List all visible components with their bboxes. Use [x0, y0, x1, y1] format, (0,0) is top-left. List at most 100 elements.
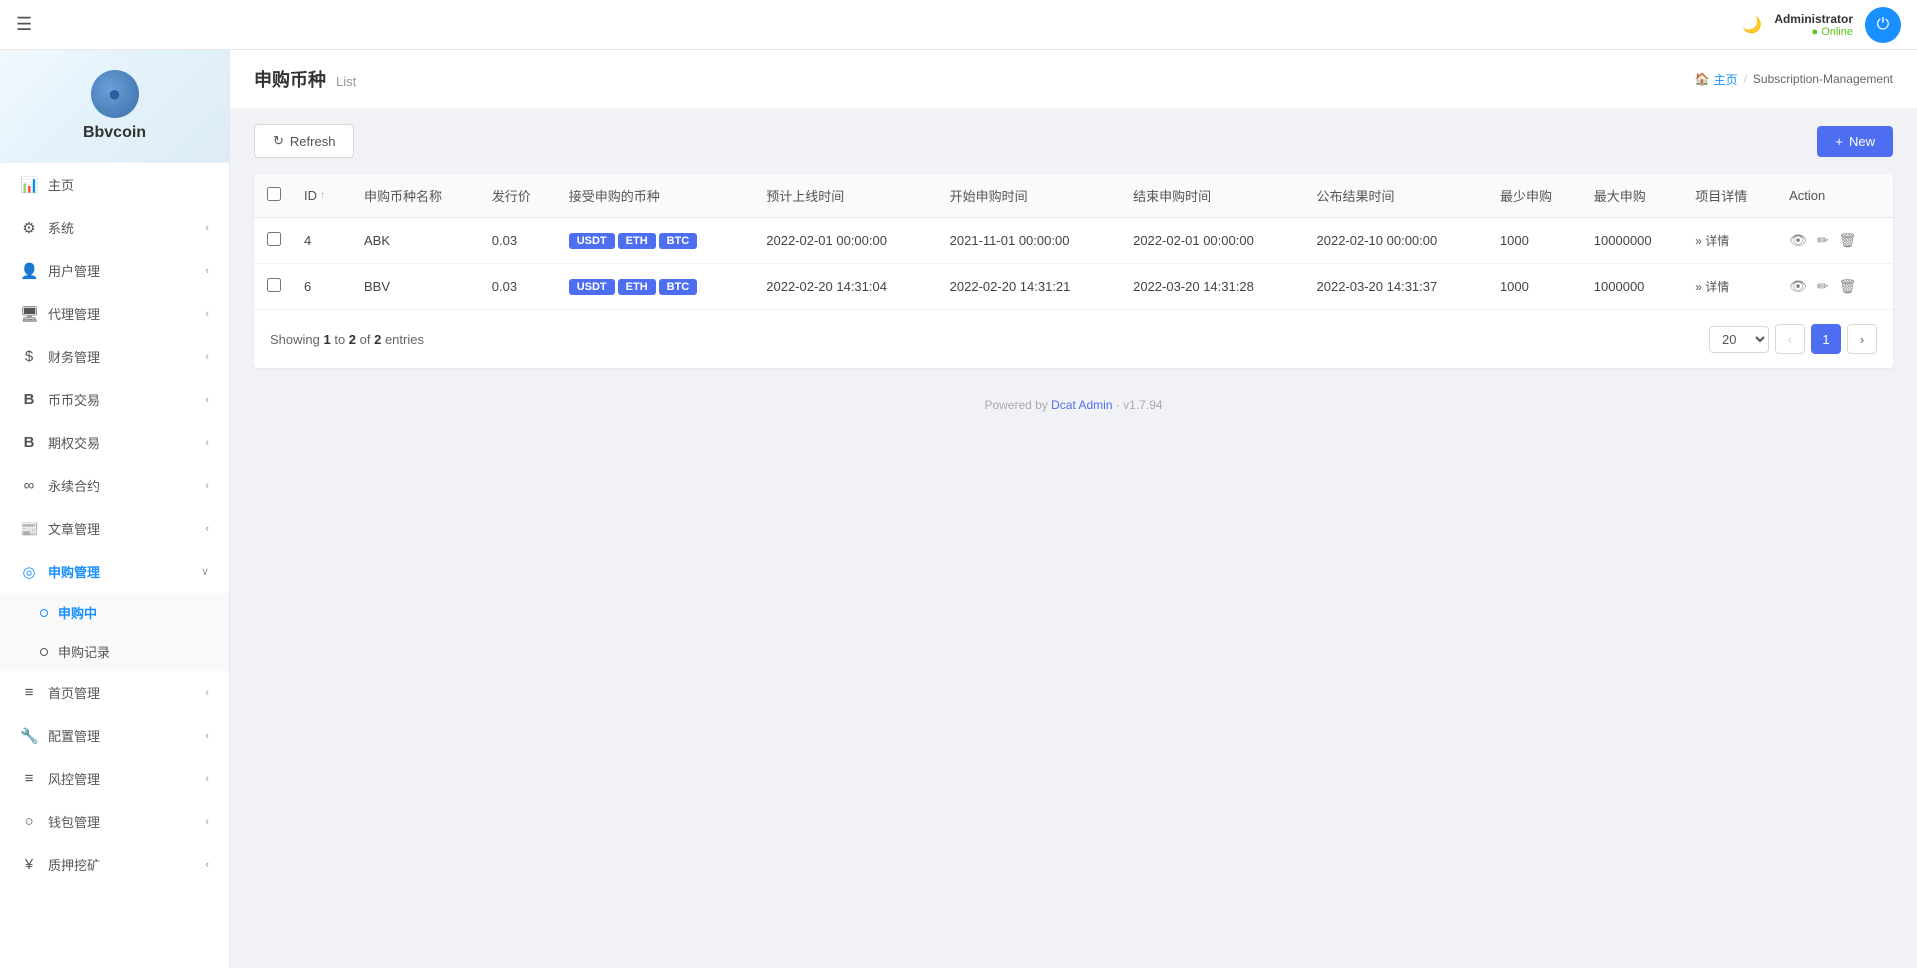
- nav-item-left: ∞ 永续合约: [20, 476, 100, 495]
- sidebar-item-label: 期权交易: [48, 433, 100, 452]
- th-currencies: 接受申购的币种: [559, 174, 757, 218]
- sub-item-label: 申购记录: [58, 642, 110, 661]
- avatar-button[interactable]: ⏻: [1865, 7, 1901, 43]
- sidebar-item-config[interactable]: 🔧 配置管理 ‹: [0, 714, 229, 757]
- row-checkbox[interactable]: [267, 278, 281, 292]
- chevron-icon: ‹: [205, 730, 209, 742]
- sidebar-item-label: 钱包管理: [48, 812, 100, 831]
- action-cell: 👁 ✏ 🗑: [1789, 232, 1883, 249]
- subscription-icon: ◎: [20, 563, 38, 581]
- moon-icon[interactable]: 🌙: [1742, 15, 1762, 35]
- page-title: 申购币种: [254, 66, 326, 92]
- row-currencies: USDTETHBTC: [559, 264, 757, 310]
- breadcrumb-current: Subscription-Management: [1753, 72, 1893, 86]
- row-detail: » 详情: [1685, 264, 1779, 310]
- delete-icon[interactable]: 🗑: [1839, 278, 1857, 295]
- delete-icon[interactable]: 🗑: [1839, 232, 1857, 249]
- edit-icon[interactable]: ✏: [1817, 278, 1829, 295]
- new-button[interactable]: + New: [1817, 126, 1893, 157]
- sidebar-item-article[interactable]: 📰 文章管理 ‹: [0, 507, 229, 550]
- th-start-time: 开始申购时间: [940, 174, 1123, 218]
- sidebar-item-coin-trade[interactable]: B 币币交易 ‹: [0, 378, 229, 421]
- row-max-sub: 10000000: [1584, 218, 1685, 264]
- sidebar-item-label: 主页: [48, 175, 74, 194]
- row-listing-time: 2022-02-01 00:00:00: [756, 218, 939, 264]
- row-price: 0.03: [482, 218, 559, 264]
- sidebar-item-homepage[interactable]: ≡ 首页管理 ‹: [0, 671, 229, 714]
- sidebar-item-user-mgmt[interactable]: 👤 用户管理 ‹: [0, 249, 229, 292]
- breadcrumb-home-link[interactable]: 🏠 主页: [1695, 71, 1738, 88]
- chevron-icon: ‹: [205, 859, 209, 871]
- sub-item-label: 申购中: [58, 603, 97, 622]
- page-footer: Powered by Dcat Admin · v1.7.94: [230, 384, 1917, 426]
- wallet-icon: ○: [20, 813, 38, 830]
- nav-item-left: ○ 钱包管理: [20, 812, 100, 831]
- row-action: 👁 ✏ 🗑: [1779, 218, 1893, 264]
- currency-tag: BTC: [659, 233, 698, 249]
- edit-icon[interactable]: ✏: [1817, 232, 1829, 249]
- page-size-select[interactable]: 20 50 100: [1709, 326, 1769, 353]
- logo-icon: [91, 70, 139, 118]
- subscription-submenu: 申购中 申购记录: [0, 593, 229, 671]
- row-id: 4: [294, 218, 354, 264]
- sidebar-item-label: 风控管理: [48, 769, 100, 788]
- layout: Bbvcoin 📊 主页 ⚙ 系统 ‹ 👤 用户管理 ‹ 🖥: [0, 50, 1917, 968]
- row-checkbox-cell: [254, 264, 294, 310]
- mining-icon: ¥: [20, 856, 38, 873]
- sidebar-item-risk[interactable]: ≡ 风控管理 ‹: [0, 757, 229, 800]
- sidebar-item-home[interactable]: 📊 主页: [0, 163, 229, 206]
- sidebar-item-label: 币币交易: [48, 390, 100, 409]
- detail-link[interactable]: » 详情: [1695, 278, 1769, 295]
- sidebar-item-label: 首页管理: [48, 683, 100, 702]
- row-detail: » 详情: [1685, 218, 1779, 264]
- row-result-time: 2022-03-20 14:31:37: [1307, 264, 1490, 310]
- sidebar-item-subscription[interactable]: ◎ 申购管理 ∨: [0, 550, 229, 593]
- row-name: ABK: [354, 218, 482, 264]
- sidebar-item-options-trade[interactable]: B 期权交易 ‹: [0, 421, 229, 464]
- footer-link[interactable]: Dcat Admin: [1051, 398, 1112, 412]
- sidebar-item-perpetual[interactable]: ∞ 永续合约 ‹: [0, 464, 229, 507]
- main-content: 申购币种 List 🏠 主页 / Subscription-Management…: [230, 50, 1917, 968]
- sidebar-item-agent-mgmt[interactable]: 🖥 代理管理 ‹: [0, 292, 229, 335]
- row-min-sub: 1000: [1490, 218, 1584, 264]
- chevron-icon: ‹: [205, 523, 209, 535]
- sidebar-item-label: 申购管理: [48, 562, 100, 581]
- pagination: 20 50 100 ‹ 1 ›: [1709, 324, 1877, 354]
- row-end-time: 2022-03-20 14:31:28: [1123, 264, 1306, 310]
- view-icon[interactable]: 👁: [1789, 232, 1807, 249]
- breadcrumb-separator: /: [1744, 72, 1747, 86]
- refresh-button[interactable]: ↻ Refresh: [254, 124, 354, 158]
- sidebar-item-subscription-records[interactable]: 申购记录: [0, 632, 229, 671]
- row-checkbox[interactable]: [267, 232, 281, 246]
- th-action: Action: [1779, 174, 1893, 218]
- next-page-button[interactable]: ›: [1847, 324, 1877, 354]
- chevron-down-icon: ∨: [201, 565, 209, 578]
- sidebar-item-finance[interactable]: $ 财务管理 ‹: [0, 335, 229, 378]
- sidebar-item-wallet[interactable]: ○ 钱包管理 ‹: [0, 800, 229, 843]
- select-all-checkbox[interactable]: [267, 187, 281, 201]
- sidebar-logo: Bbvcoin: [0, 50, 229, 163]
- content-area: ↻ Refresh + New: [230, 108, 1917, 384]
- th-min-sub: 最少申购: [1490, 174, 1584, 218]
- prev-page-button[interactable]: ‹: [1775, 324, 1805, 354]
- detail-link[interactable]: » 详情: [1695, 232, 1769, 249]
- sidebar-item-mining[interactable]: ¥ 质押挖矿 ‹: [0, 843, 229, 886]
- monitor-icon: 🖥: [20, 305, 38, 323]
- sort-icon[interactable]: ↑: [320, 190, 325, 201]
- page-header: 申购币种 List 🏠 主页 / Subscription-Management: [230, 50, 1917, 108]
- view-icon[interactable]: 👁: [1789, 278, 1807, 295]
- config-icon: 🔧: [20, 727, 38, 745]
- home-mgmt-icon: ≡: [20, 684, 38, 701]
- th-listing-time: 预计上线时间: [756, 174, 939, 218]
- row-checkbox-cell: [254, 218, 294, 264]
- th-max-sub: 最大申购: [1584, 174, 1685, 218]
- th-result-time: 公布结果时间: [1307, 174, 1490, 218]
- page-1-button[interactable]: 1: [1811, 324, 1841, 354]
- currency-tag: ETH: [618, 279, 656, 295]
- hamburger-icon[interactable]: ☰: [16, 14, 32, 35]
- breadcrumb: 🏠 主页 / Subscription-Management: [1695, 71, 1893, 88]
- data-table: ID ↑ 申购币种名称 发行价 接受申购的币种 预计上线时间 开始申购时间 结束…: [254, 174, 1893, 309]
- sidebar-item-system[interactable]: ⚙ 系统 ‹: [0, 206, 229, 249]
- sidebar-item-subscription-active[interactable]: 申购中: [0, 593, 229, 632]
- showing-total: 2: [374, 332, 381, 347]
